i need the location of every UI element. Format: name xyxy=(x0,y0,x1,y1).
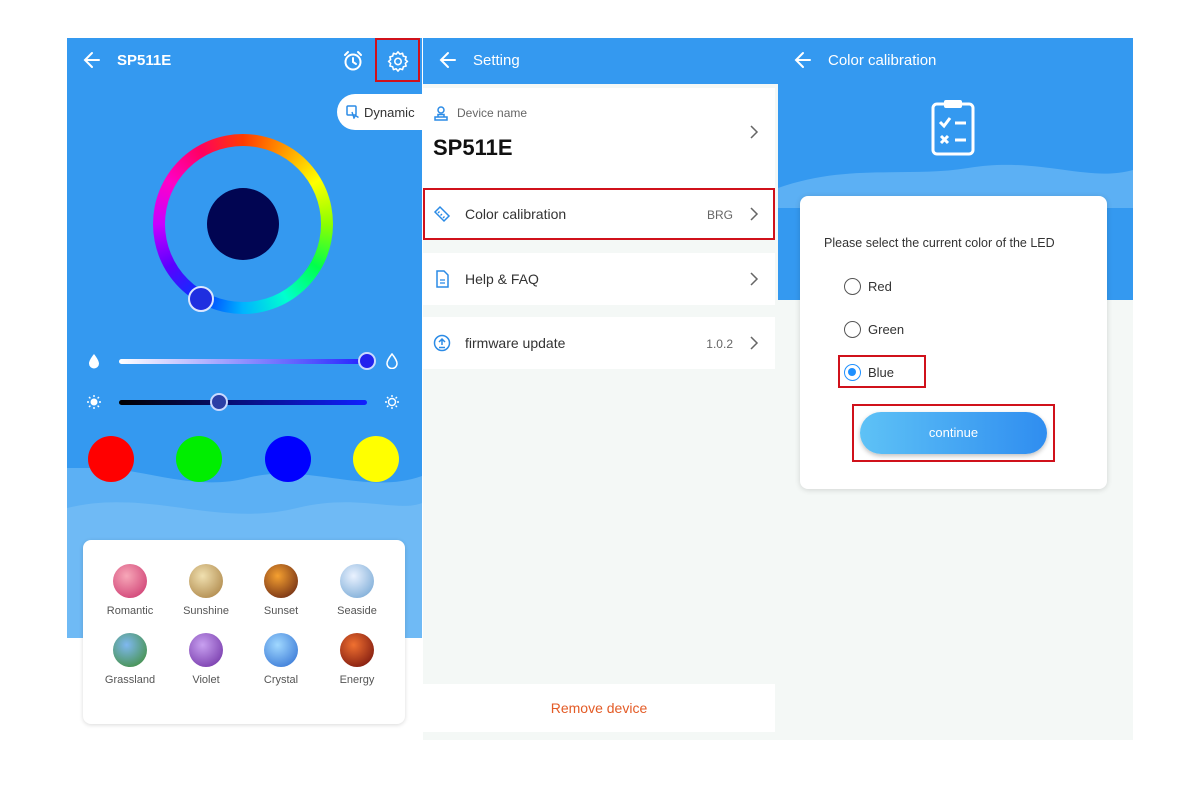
gear-icon xyxy=(387,51,409,72)
saturation-slider-thumb[interactable] xyxy=(358,352,376,370)
scene-label: Grassland xyxy=(104,674,156,686)
dynamic-icon xyxy=(346,105,359,119)
scene-label: Romantic xyxy=(106,605,154,617)
dynamic-mode-button[interactable]: Dynamic xyxy=(337,94,422,130)
scene-seaside-image xyxy=(340,564,374,598)
scene-sunshine[interactable]: Sunshine xyxy=(168,564,244,624)
radio-label: Green xyxy=(868,322,905,337)
settings-button[interactable] xyxy=(375,38,420,82)
current-color-swatch xyxy=(207,188,279,260)
main-control-screen: SP511E Dynamic Romantic Sunshine Sunset … xyxy=(67,38,422,740)
scene-romantic[interactable]: Romantic xyxy=(92,564,168,624)
sun-dim-icon xyxy=(87,395,101,409)
firmware-update-label: firmware update xyxy=(465,335,566,351)
continue-button[interactable]: continue xyxy=(860,412,1047,454)
back-arrow-icon[interactable] xyxy=(437,48,459,72)
preset-color-yellow[interactable] xyxy=(353,436,399,482)
scene-sunshine-image xyxy=(189,564,223,598)
alarm-clock-icon[interactable] xyxy=(341,49,365,73)
firmware-icon xyxy=(433,334,451,352)
sun-bright-icon xyxy=(385,395,399,409)
remove-device-button[interactable]: Remove device xyxy=(423,684,775,732)
device-title: SP511E xyxy=(117,52,172,69)
scene-violet-image xyxy=(189,633,223,667)
chevron-right-icon xyxy=(750,336,759,350)
scene-energy-image xyxy=(340,633,374,667)
help-faq-row[interactable]: Help & FAQ xyxy=(423,253,775,305)
preset-color-blue[interactable] xyxy=(265,436,311,482)
page-title: Color calibration xyxy=(828,52,937,69)
device-name-label: Device name xyxy=(457,106,528,120)
brightness-slider-row xyxy=(67,387,422,417)
scene-violet[interactable]: Violet xyxy=(168,633,244,693)
device-name-value: SP511E xyxy=(433,135,513,160)
radio-option-red[interactable]: Red xyxy=(844,274,984,298)
top-bar: SP511E xyxy=(67,38,422,84)
scene-sunset[interactable]: Sunset xyxy=(243,564,319,624)
scene-label: Violet xyxy=(192,674,220,686)
firmware-update-row[interactable]: firmware update 1.0.2 xyxy=(423,317,775,369)
dynamic-label: Dynamic xyxy=(364,105,415,120)
clipboard-checklist-icon xyxy=(931,100,975,156)
chevron-right-icon xyxy=(750,272,759,286)
scene-crystal-image xyxy=(264,633,298,667)
continue-highlight: continue xyxy=(852,404,1055,462)
scene-label: Sunshine xyxy=(183,605,229,617)
scenes-card: Romantic Sunshine Sunset Seaside Grassla… xyxy=(83,540,405,724)
back-arrow-icon[interactable] xyxy=(81,48,103,72)
drop-outline-icon xyxy=(386,353,398,369)
scene-label: Seaside xyxy=(337,605,377,617)
preset-color-green[interactable] xyxy=(176,436,222,482)
device-name-icon xyxy=(434,106,448,121)
document-icon xyxy=(436,270,449,288)
scene-label: Crystal xyxy=(263,674,299,686)
scene-label: Sunset xyxy=(263,605,299,617)
scene-crystal[interactable]: Crystal xyxy=(243,633,319,693)
scene-seaside[interactable]: Seaside xyxy=(319,564,395,624)
back-arrow-icon[interactable] xyxy=(792,48,814,72)
saturation-slider-row xyxy=(67,346,422,376)
radio-circle[interactable] xyxy=(844,321,861,338)
chevron-right-icon xyxy=(750,125,759,139)
blue-option-highlight xyxy=(838,355,926,388)
brightness-slider-thumb[interactable] xyxy=(210,393,228,411)
calibration-card: Please select the current color of the L… xyxy=(800,196,1107,489)
drop-filled-icon xyxy=(89,354,99,369)
color-calibration-highlight xyxy=(423,188,775,240)
scene-grassland[interactable]: Grassland xyxy=(92,633,168,693)
radio-option-green[interactable]: Green xyxy=(844,317,984,341)
scene-grassland-image xyxy=(113,633,147,667)
radio-circle[interactable] xyxy=(844,278,861,295)
scene-energy[interactable]: Energy xyxy=(319,633,395,693)
saturation-slider-track[interactable] xyxy=(119,359,367,364)
scene-sunset-image xyxy=(264,564,298,598)
top-bar: Setting xyxy=(423,38,778,84)
scene-romantic-image xyxy=(113,564,147,598)
settings-screen: Setting Device name SP511E Color calibra… xyxy=(423,38,778,740)
brightness-slider-track[interactable] xyxy=(119,400,367,405)
top-bar: Color calibration xyxy=(778,38,1133,84)
firmware-version: 1.0.2 xyxy=(706,337,733,351)
radio-label: Red xyxy=(868,279,892,294)
calibration-prompt: Please select the current color of the L… xyxy=(824,236,1055,250)
color-wheel-handle[interactable] xyxy=(188,286,214,312)
preset-color-red[interactable] xyxy=(88,436,134,482)
help-faq-label: Help & FAQ xyxy=(465,271,539,287)
page-title: Setting xyxy=(473,52,520,69)
scene-label: Energy xyxy=(339,674,375,686)
color-calibration-screen: Color calibration Please select the curr… xyxy=(778,38,1133,740)
